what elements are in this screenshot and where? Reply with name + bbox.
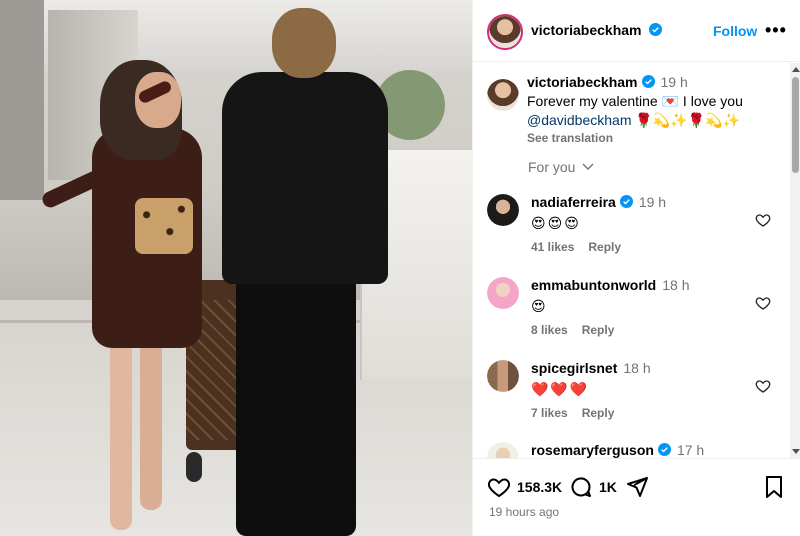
verified-badge-icon: [641, 75, 655, 88]
likes-count[interactable]: 158.3K: [517, 479, 562, 495]
comment-filter-label: For you: [528, 159, 576, 175]
comment-item: emmabuntonworld 18 h 😍 8 likes Reply: [487, 277, 787, 347]
photo-leopard-bag: [135, 198, 193, 254]
heart-icon[interactable]: [755, 212, 771, 228]
comment-text: 😍: [531, 298, 548, 314]
commenter-avatar[interactable]: [487, 194, 519, 226]
verified-badge-icon: [619, 195, 633, 208]
post-timestamp[interactable]: 19 hours ago: [489, 505, 559, 519]
heart-icon[interactable]: [755, 295, 771, 311]
scroll-down-arrow[interactable]: [792, 449, 800, 454]
see-translation-link[interactable]: See translation: [527, 130, 777, 146]
comment-item: nadiaferreira 19 h 😍😍😍 41 likes Reply: [487, 194, 787, 264]
follow-button[interactable]: Follow: [713, 23, 757, 39]
comment-likes[interactable]: 8 likes: [531, 323, 568, 337]
commenter-username[interactable]: emmabuntonworld: [531, 277, 656, 293]
caption-username[interactable]: victoriabeckham: [527, 74, 638, 90]
author-username[interactable]: victoriabeckham: [531, 22, 642, 38]
comment-likes[interactable]: 41 likes: [531, 240, 574, 254]
comment-item: rosemaryferguson 17 h: [487, 442, 787, 458]
share-button[interactable]: [625, 475, 649, 499]
comment-reply-button[interactable]: Reply: [582, 406, 615, 420]
comment-icon: [571, 477, 591, 497]
save-button[interactable]: [763, 475, 785, 499]
caption-time: 19 h: [660, 74, 688, 90]
comment-reply-button[interactable]: Reply: [582, 323, 615, 337]
commenter-avatar[interactable]: [487, 442, 519, 458]
caption-emojis: 🌹💫✨🌹💫✨: [631, 112, 740, 128]
share-icon: [627, 477, 648, 497]
commenter-avatar[interactable]: [487, 277, 519, 309]
heart-icon: [487, 478, 511, 498]
comments-count: 1K: [599, 479, 617, 495]
author-avatar[interactable]: [487, 14, 523, 50]
commenter-username[interactable]: spicegirlsnet: [531, 360, 617, 376]
caption-author-avatar[interactable]: [487, 79, 519, 111]
post-actions-bar: 158.3K 1K 19 hours ago: [473, 458, 800, 536]
chevron-down-icon: [582, 163, 594, 170]
commenter-username[interactable]: rosemaryferguson: [531, 442, 654, 458]
post-header: victoriabeckham Follow •••: [473, 0, 800, 62]
comment-text: 😍😍😍: [531, 215, 581, 231]
comment-time: 18 h: [623, 360, 651, 376]
comment-time: 19 h: [638, 194, 667, 210]
commenter-avatar[interactable]: [487, 360, 519, 392]
comments-scrollbar[interactable]: [790, 63, 800, 458]
scroll-up-arrow[interactable]: [792, 67, 800, 72]
verified-badge-icon: [657, 443, 671, 456]
comment-likes[interactable]: 7 likes: [531, 406, 568, 420]
post-details-panel: victoriabeckham Follow ••• victoriabeckh…: [472, 0, 800, 536]
more-options-icon[interactable]: •••: [765, 20, 787, 41]
comment-text: ❤️❤️❤️: [531, 381, 590, 397]
comment-time: 18 h: [662, 277, 690, 293]
caption-text: Forever my valentine 💌 I love you: [527, 93, 743, 109]
heart-icon[interactable]: [755, 378, 771, 394]
commenter-username[interactable]: nadiaferreira: [531, 194, 616, 210]
like-button[interactable]: 158.3K: [487, 475, 562, 499]
verified-badge-icon: [649, 23, 663, 36]
scrollbar-thumb[interactable]: [792, 77, 799, 173]
comment-time: 17 h: [676, 442, 705, 458]
photo-man: [222, 72, 388, 284]
bookmark-icon: [766, 476, 782, 498]
post-photo[interactable]: [0, 0, 472, 536]
comments-scroll-area[interactable]: victoriabeckham 19 h Forever my valentine…: [473, 63, 800, 458]
comment-filter-dropdown[interactable]: For you: [528, 159, 594, 175]
comment-item: spicegirlsnet 18 h ❤️❤️❤️ 7 likes Reply: [487, 360, 787, 430]
comment-reply-button[interactable]: Reply: [588, 240, 621, 254]
caption-mention-link[interactable]: @davidbeckham: [527, 112, 632, 128]
comment-button[interactable]: 1K: [569, 475, 617, 499]
